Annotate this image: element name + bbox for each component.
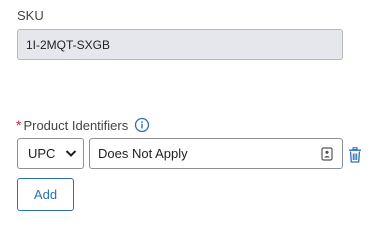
add-identifier-button[interactable]: Add [17, 178, 74, 211]
identifier-type-value: UPC [28, 146, 56, 161]
product-identifiers-label: Product Identifiers [23, 117, 129, 133]
required-marker: * [16, 117, 22, 133]
identifier-value-input[interactable]: Does Not Apply [89, 138, 343, 169]
contact-card-icon[interactable] [321, 147, 333, 161]
identifier-value-text: Does Not Apply [98, 146, 188, 161]
sku-label: SKU [17, 8, 44, 23]
sku-field[interactable]: 1I-2MQT-SXGB [17, 29, 343, 60]
product-form: SKU 1I-2MQT-SXGB * Product Identifiers U… [0, 0, 375, 240]
chevron-down-icon [65, 150, 77, 157]
product-identifiers-label-row: * Product Identifiers [16, 116, 150, 134]
trash-icon[interactable] [348, 147, 362, 163]
identifier-type-select[interactable]: UPC [17, 138, 84, 169]
info-icon[interactable] [134, 117, 150, 133]
